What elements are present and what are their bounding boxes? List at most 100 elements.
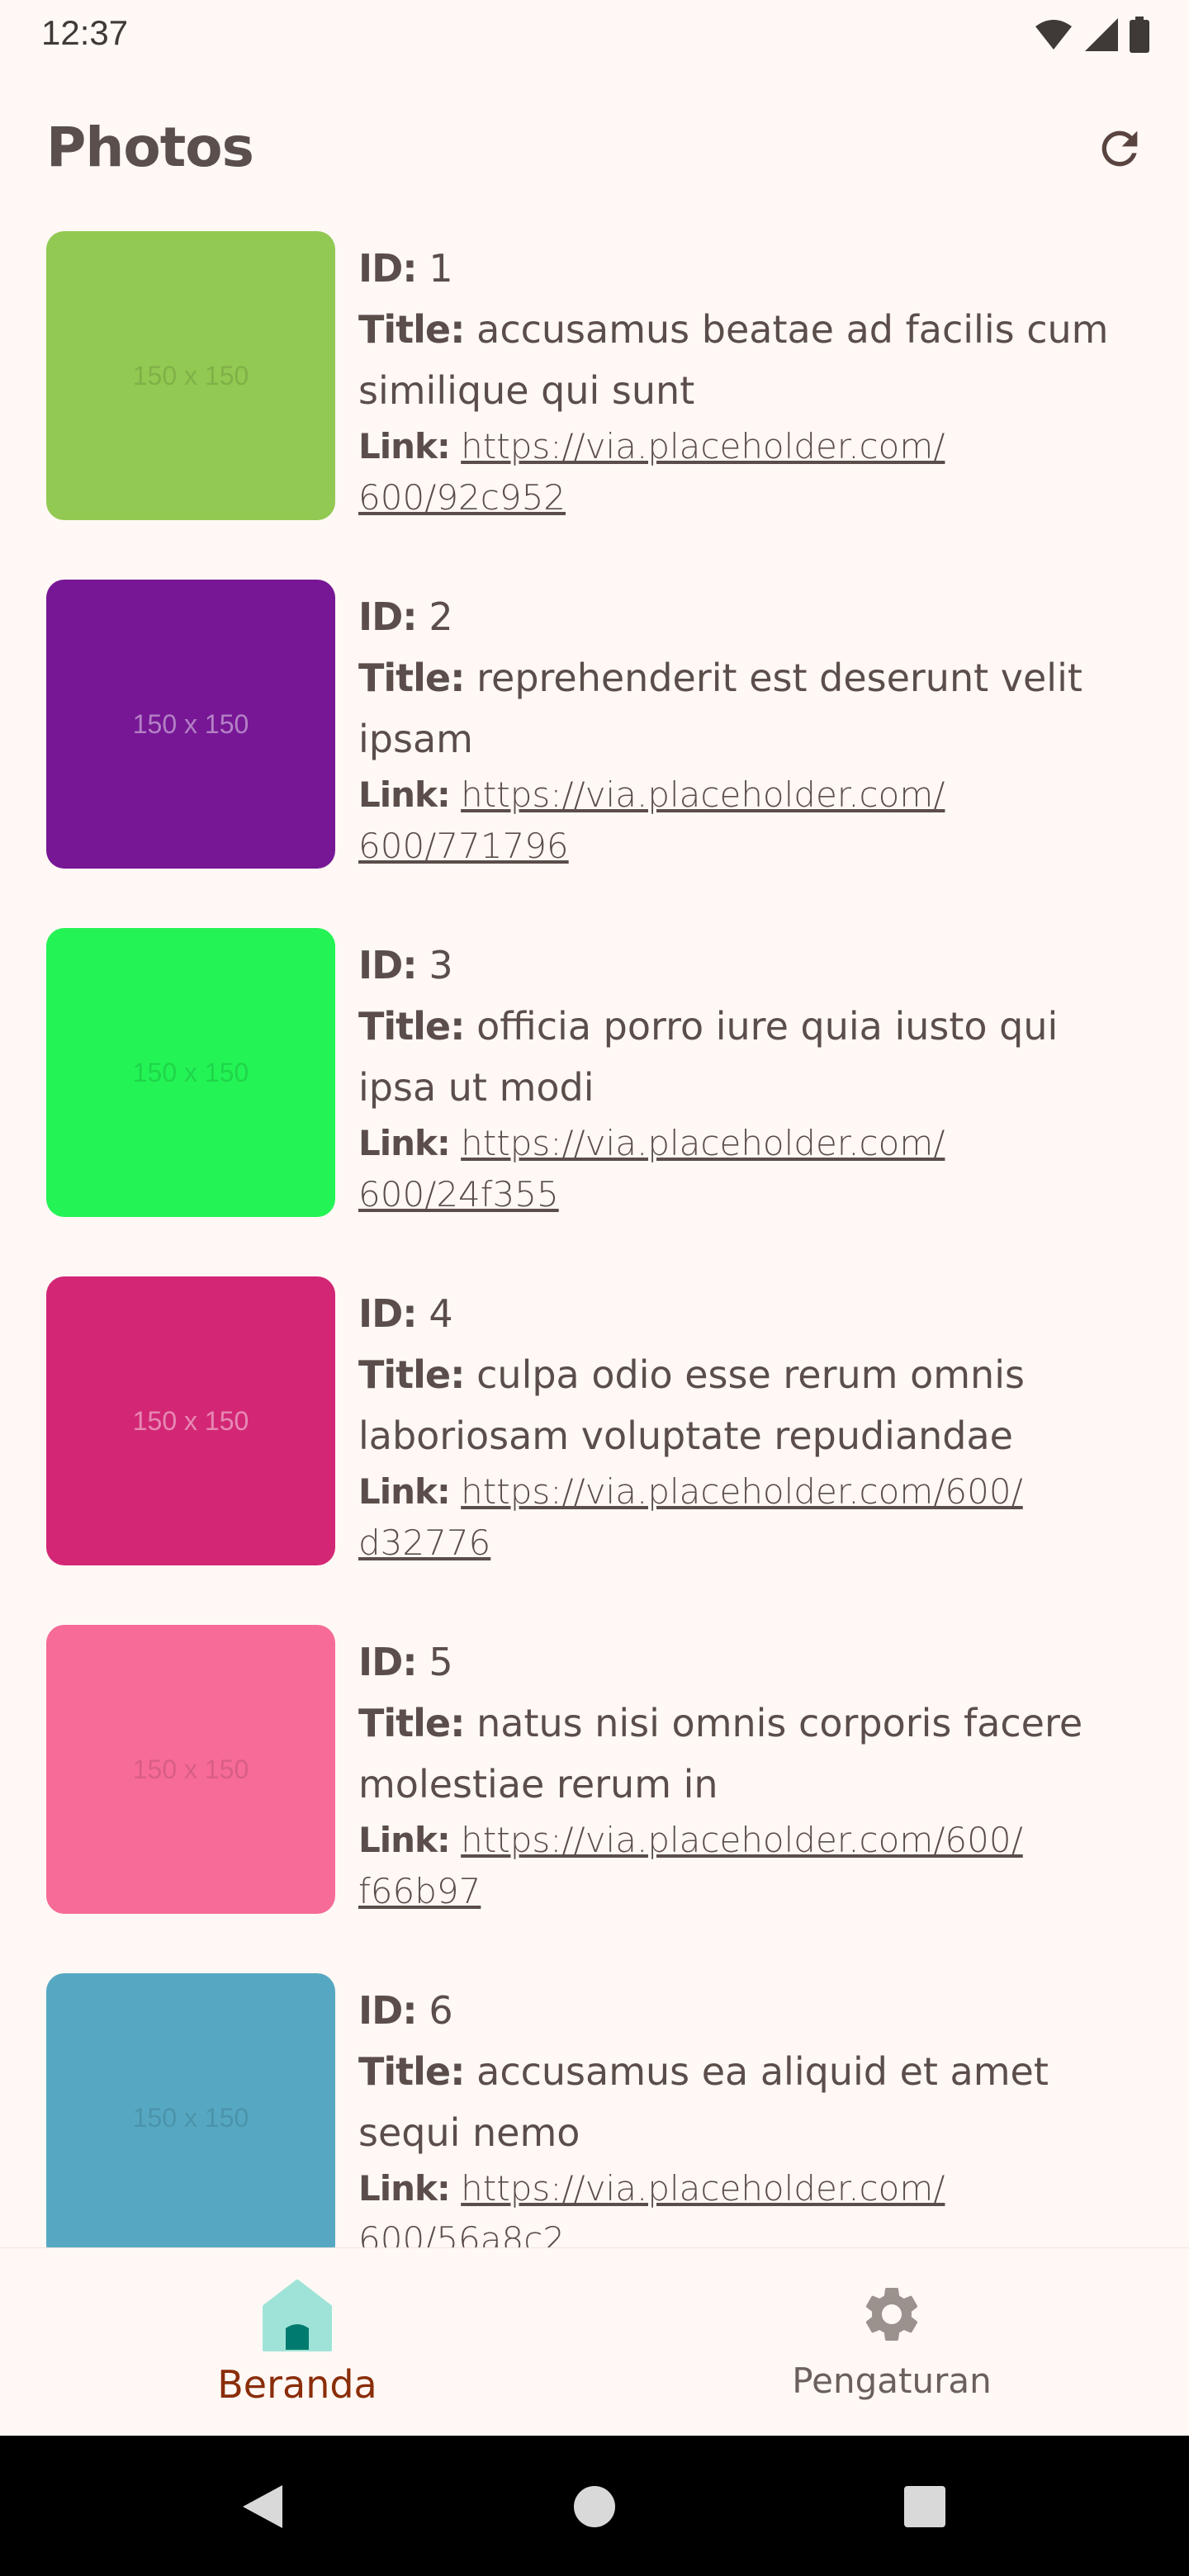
title-label: Title: bbox=[358, 1352, 465, 1397]
id-label: ID: bbox=[358, 1640, 418, 1684]
photo-title-line: Title: accusamus beatae ad facilis cum s… bbox=[358, 299, 1126, 421]
title-label: Title: bbox=[358, 656, 465, 700]
photo-link-cont[interactable]: f66b97 bbox=[358, 1871, 481, 1911]
photo-list-item[interactable]: 150 x 150 ID: 5 Title: natus nisi omnis … bbox=[0, 1625, 1189, 1972]
gear-icon bbox=[850, 2273, 933, 2356]
home-button[interactable] bbox=[565, 2477, 624, 2536]
title-label: Title: bbox=[358, 1004, 465, 1049]
refresh-button[interactable] bbox=[1087, 116, 1153, 182]
photo-id-line: ID: 1 bbox=[358, 238, 1126, 299]
nav-item-beranda[interactable]: Beranda bbox=[0, 2248, 594, 2436]
photo-title-line: Title: natus nisi omnis corporis facere … bbox=[358, 1693, 1126, 1815]
link-label: Link: bbox=[358, 1123, 451, 1163]
photo-info: ID: 6 Title: accusamus ea aliquid et ame… bbox=[358, 1980, 1126, 2247]
app-bar: Photos bbox=[0, 91, 1189, 206]
photo-link-cont[interactable]: 600/771796 bbox=[358, 826, 569, 866]
status-bar: 12:37 bbox=[0, 0, 1189, 69]
nav-item-pengaturan[interactable]: Pengaturan bbox=[594, 2248, 1189, 2436]
thumbnail-label: 150 x 150 bbox=[132, 2102, 249, 2133]
back-icon bbox=[243, 2485, 282, 2528]
battery-icon bbox=[1130, 17, 1149, 53]
recents-button[interactable] bbox=[895, 2477, 955, 2536]
photo-link[interactable]: https://via.placeholder.com/ bbox=[461, 426, 945, 466]
photo-list-item[interactable]: 150 x 150 ID: 4 Title: culpa odio esse r… bbox=[0, 1276, 1189, 1623]
id-label: ID: bbox=[358, 943, 418, 987]
thumbnail-label: 150 x 150 bbox=[132, 1754, 249, 1784]
photo-list-item[interactable]: 150 x 150 ID: 6 Title: accusamus ea aliq… bbox=[0, 1973, 1189, 2247]
recents-icon bbox=[904, 2486, 945, 2527]
photo-info: ID: 4 Title: culpa odio esse rerum omnis… bbox=[358, 1283, 1126, 1569]
photo-id-line: ID: 3 bbox=[358, 935, 1126, 996]
title-label: Title: bbox=[358, 307, 465, 352]
photo-id-line: ID: 5 bbox=[358, 1631, 1126, 1693]
home-circle-icon bbox=[574, 2486, 615, 2527]
photo-title: reprehenderit est deserunt velit ipsam bbox=[358, 656, 1082, 761]
photo-info: ID: 5 Title: natus nisi omnis corporis f… bbox=[358, 1631, 1126, 1917]
id-label: ID: bbox=[358, 1291, 418, 1336]
photo-link[interactable]: https://via.placeholder.com/600/ bbox=[461, 1820, 1023, 1860]
link-label: Link: bbox=[358, 774, 451, 815]
signal-icon bbox=[1085, 18, 1118, 51]
link-label: Link: bbox=[358, 1471, 451, 1512]
link-label: Link: bbox=[358, 426, 451, 466]
thumbnail-label: 150 x 150 bbox=[132, 360, 249, 391]
id-label: ID: bbox=[358, 1988, 418, 2033]
photo-id-line: ID: 2 bbox=[358, 586, 1126, 647]
photo-title-line: Title: officia porro iure quia iusto qui… bbox=[358, 996, 1126, 1118]
title-label: Title: bbox=[358, 1701, 465, 1745]
photo-id: 4 bbox=[429, 1291, 453, 1336]
photo-link-line: Link: https://via.placeholder.com/600/56… bbox=[358, 2163, 1126, 2247]
photo-title-line: Title: accusamus ea aliquid et amet sequ… bbox=[358, 2041, 1126, 2163]
thumbnail-label: 150 x 150 bbox=[132, 708, 249, 739]
photo-info: ID: 2 Title: reprehenderit est deserunt … bbox=[358, 586, 1126, 872]
photo-title-line: Title: reprehenderit est deserunt velit … bbox=[358, 647, 1126, 769]
title-label: Title: bbox=[358, 2049, 465, 2094]
photo-link-cont[interactable]: 600/56a8c2 bbox=[358, 2219, 565, 2247]
photo-id: 2 bbox=[429, 594, 453, 639]
photo-id: 5 bbox=[429, 1640, 453, 1684]
photo-link-line: Link: https://via.placeholder.com/600/77… bbox=[358, 769, 1126, 872]
photo-thumbnail: 150 x 150 bbox=[46, 1973, 335, 2247]
wifi-icon bbox=[1035, 20, 1072, 50]
status-icons bbox=[1034, 17, 1149, 53]
bottom-navigation: Beranda Pengaturan bbox=[0, 2247, 1189, 2436]
photo-thumbnail: 150 x 150 bbox=[46, 1625, 335, 1914]
id-label: ID: bbox=[358, 246, 418, 291]
home-icon bbox=[256, 2273, 339, 2356]
thumbnail-label: 150 x 150 bbox=[132, 1405, 249, 1436]
refresh-icon bbox=[1101, 130, 1138, 167]
photo-link-cont[interactable]: 600/24f355 bbox=[358, 1174, 559, 1215]
page-title: Photos bbox=[46, 116, 254, 179]
photo-id: 1 bbox=[429, 246, 453, 291]
photo-id: 6 bbox=[429, 1988, 453, 2033]
photo-list-item[interactable]: 150 x 150 ID: 3 Title: officia porro iur… bbox=[0, 928, 1189, 1275]
id-label: ID: bbox=[358, 594, 418, 639]
photo-thumbnail: 150 x 150 bbox=[46, 580, 335, 869]
photo-title: natus nisi omnis corporis facere molesti… bbox=[358, 1701, 1083, 1807]
photo-list-item[interactable]: 150 x 150 ID: 1 Title: accusamus beatae … bbox=[0, 231, 1189, 578]
photo-title-line: Title: culpa odio esse rerum omnis labor… bbox=[358, 1344, 1126, 1466]
photo-id: 3 bbox=[429, 943, 453, 987]
photo-link[interactable]: https://via.placeholder.com/ bbox=[461, 1123, 945, 1163]
photo-id-line: ID: 4 bbox=[358, 1283, 1126, 1344]
photo-link-cont[interactable]: 600/92c952 bbox=[358, 477, 566, 518]
thumbnail-label: 150 x 150 bbox=[132, 1057, 249, 1087]
status-time: 12:37 bbox=[41, 13, 129, 52]
photo-link[interactable]: https://via.placeholder.com/ bbox=[461, 2168, 945, 2209]
photo-link-line: Link: https://via.placeholder.com/600/d3… bbox=[358, 1466, 1126, 1569]
photo-thumbnail: 150 x 150 bbox=[46, 231, 335, 520]
nav-label-pengaturan: Pengaturan bbox=[792, 2361, 992, 2401]
photo-link-cont[interactable]: d32776 bbox=[358, 1522, 490, 1563]
photo-thumbnail: 150 x 150 bbox=[46, 928, 335, 1217]
photo-id-line: ID: 6 bbox=[358, 1980, 1126, 2041]
photo-list[interactable]: 150 x 150 ID: 1 Title: accusamus beatae … bbox=[0, 231, 1189, 2247]
photo-title: accusamus beatae ad facilis cum similiqu… bbox=[358, 307, 1109, 413]
photo-link[interactable]: https://via.placeholder.com/600/ bbox=[461, 1471, 1023, 1512]
back-button[interactable] bbox=[233, 2477, 292, 2536]
photo-link-line: Link: https://via.placeholder.com/600/24… bbox=[358, 1118, 1126, 1220]
photo-thumbnail: 150 x 150 bbox=[46, 1276, 335, 1565]
photo-info: ID: 1 Title: accusamus beatae ad facilis… bbox=[358, 238, 1126, 523]
system-navigation-bar bbox=[0, 2436, 1189, 2576]
photo-link[interactable]: https://via.placeholder.com/ bbox=[461, 774, 945, 815]
photo-list-item[interactable]: 150 x 150 ID: 2 Title: reprehenderit est… bbox=[0, 580, 1189, 926]
